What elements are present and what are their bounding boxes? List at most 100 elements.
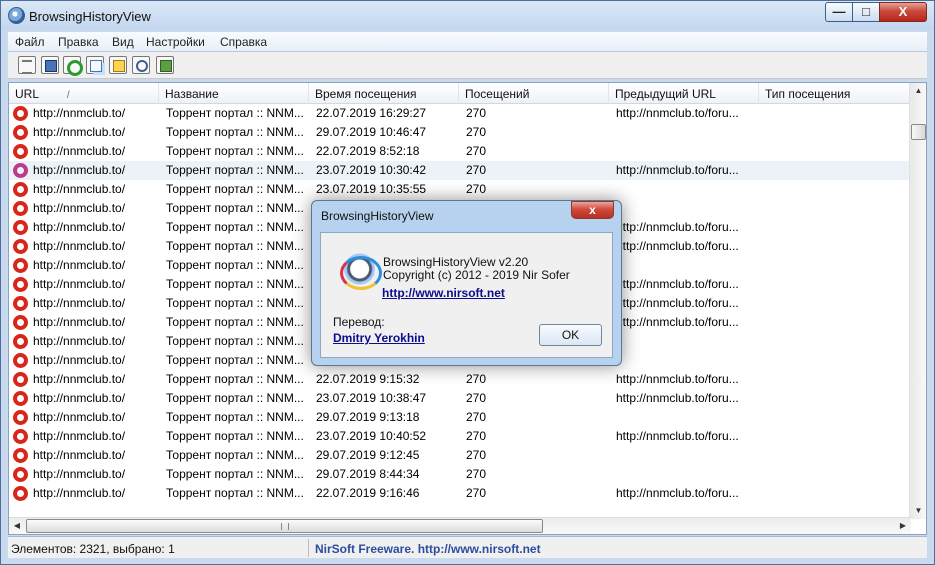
column-visit-type[interactable]: Тип посещения xyxy=(759,83,911,104)
url-cell: http://nnmclub.to/ xyxy=(33,372,126,386)
menu-view[interactable]: Вид xyxy=(112,35,134,49)
visit-type-cell xyxy=(766,142,908,161)
table-row[interactable]: http://nnmclub.to/Торрент портал :: NNM.… xyxy=(9,408,911,427)
translator-label: Перевод: xyxy=(333,315,385,329)
nirsoft-status-link[interactable]: NirSoft Freeware. http://www.nirsoft.net xyxy=(315,542,541,556)
table-row[interactable]: http://nnmclub.to/Торрент портал :: NNM.… xyxy=(9,465,911,484)
title-cell: Торрент портал :: NNM... xyxy=(166,201,304,215)
visit-count-cell: 270 xyxy=(466,448,487,462)
close-button[interactable]: X xyxy=(879,2,927,22)
toolbar xyxy=(8,52,927,79)
opera-browser-icon xyxy=(13,334,28,349)
table-row[interactable]: http://nnmclub.to/Торрент портал :: NNM.… xyxy=(9,389,911,408)
vertical-scroll-thumb[interactable] xyxy=(911,124,926,140)
title-cell: Торрент портал :: NNM... xyxy=(166,429,304,443)
url-cell: http://nnmclub.to/ xyxy=(33,182,126,196)
scroll-up-icon[interactable]: ▲ xyxy=(911,83,926,99)
referrer-cell xyxy=(616,123,758,142)
url-cell: http://nnmclub.to/ xyxy=(33,258,126,272)
menu-bar: Файл Правка Вид Настройки Справка xyxy=(8,32,927,52)
column-visit-time[interactable]: Время посещения xyxy=(309,83,459,104)
referrer-cell: http://nnmclub.to/foru... xyxy=(616,429,739,443)
opera-browser-icon xyxy=(13,429,28,444)
visit-type-cell xyxy=(766,427,908,446)
opera-browser-icon xyxy=(13,448,28,463)
scroll-right-icon[interactable]: ▶ xyxy=(895,518,911,534)
url-cell: http://nnmclub.to/ xyxy=(33,429,126,443)
translator-link[interactable]: Dmitry Yerokhin xyxy=(333,331,425,345)
table-row[interactable]: http://nnmclub.to/Торрент портал :: NNM.… xyxy=(9,142,911,161)
menu-edit[interactable]: Правка xyxy=(58,35,99,49)
menu-settings[interactable]: Настройки xyxy=(146,35,205,49)
maximize-button[interactable]: □ xyxy=(852,2,880,22)
visit-count-cell: 270 xyxy=(466,467,487,481)
url-cell: http://nnmclub.to/ xyxy=(33,125,126,139)
column-url[interactable]: URL / xyxy=(9,83,159,104)
title-cell: Торрент портал :: NNM... xyxy=(166,277,304,291)
url-cell: http://nnmclub.to/ xyxy=(33,220,126,234)
table-row[interactable]: http://nnmclub.to/Торрент портал :: NNM.… xyxy=(9,161,911,180)
find-icon[interactable] xyxy=(132,56,150,74)
horizontal-scrollbar[interactable]: ◀ ▶ xyxy=(9,517,911,534)
refresh-icon[interactable] xyxy=(63,56,83,76)
horizontal-scroll-thumb[interactable] xyxy=(26,519,543,533)
table-row[interactable]: http://nnmclub.to/Торрент портал :: NNM.… xyxy=(9,484,911,503)
referrer-cell: http://nnmclub.to/foru... xyxy=(616,296,739,310)
table-row[interactable]: http://nnmclub.to/Торрент портал :: NNM.… xyxy=(9,370,911,389)
url-cell: http://nnmclub.to/ xyxy=(33,201,126,215)
visit-type-cell xyxy=(766,484,908,503)
scroll-down-icon[interactable]: ▼ xyxy=(911,503,926,519)
referrer-cell: http://nnmclub.to/foru... xyxy=(616,239,739,253)
ok-button[interactable]: OK xyxy=(539,324,602,346)
window-title: BrowsingHistoryView xyxy=(29,9,151,24)
menu-file[interactable]: Файл xyxy=(15,35,45,49)
minimize-button[interactable]: — xyxy=(825,2,853,22)
column-visit-count[interactable]: Посещений xyxy=(459,83,609,104)
browsing-history-clock-icon xyxy=(340,252,382,290)
opera-browser-icon xyxy=(13,372,28,387)
referrer-cell xyxy=(616,465,758,484)
table-row[interactable]: http://nnmclub.to/Торрент портал :: NNM.… xyxy=(9,427,911,446)
visit-time-cell: 22.07.2019 9:16:46 xyxy=(316,486,420,500)
table-row[interactable]: http://nnmclub.to/Торрент портал :: NNM.… xyxy=(9,104,911,123)
visit-time-cell: 29.07.2019 9:13:18 xyxy=(316,410,420,424)
visit-type-cell xyxy=(766,389,908,408)
visit-type-cell xyxy=(766,446,908,465)
menu-help[interactable]: Справка xyxy=(220,35,267,49)
table-row[interactable]: http://nnmclub.to/Торрент портал :: NNM.… xyxy=(9,180,911,199)
export-icon[interactable] xyxy=(109,56,127,74)
visit-type-cell xyxy=(766,370,908,389)
title-cell: Торрент портал :: NNM... xyxy=(166,258,304,272)
table-row[interactable]: http://nnmclub.to/Торрент портал :: NNM.… xyxy=(9,123,911,142)
title-bar[interactable]: BrowsingHistoryView — □ X xyxy=(1,1,934,30)
about-dialog-body: BrowsingHistoryView v2.20 Copyright (c) … xyxy=(320,232,613,358)
sort-indicator-icon: / xyxy=(66,90,70,101)
nirsoft-website-link[interactable]: http://www.nirsoft.net xyxy=(382,286,505,300)
save-icon[interactable] xyxy=(41,56,59,74)
url-cell: http://nnmclub.to/ xyxy=(33,315,126,329)
scroll-left-icon[interactable]: ◀ xyxy=(9,518,25,534)
visit-type-cell xyxy=(766,275,908,294)
visit-type-cell xyxy=(766,180,908,199)
vertical-scrollbar[interactable]: ▲ ▼ xyxy=(909,83,926,519)
referrer-cell: http://nnmclub.to/foru... xyxy=(616,106,739,120)
visit-count-cell: 270 xyxy=(466,125,487,139)
properties-icon[interactable] xyxy=(18,56,36,74)
visit-type-cell xyxy=(766,332,908,351)
referrer-cell xyxy=(616,256,758,275)
column-title[interactable]: Название xyxy=(159,83,309,104)
visit-type-cell xyxy=(766,218,908,237)
exit-icon[interactable] xyxy=(156,56,174,74)
visit-time-cell: 23.07.2019 10:38:47 xyxy=(316,391,427,405)
visit-type-cell xyxy=(766,294,908,313)
copy-icon[interactable] xyxy=(86,56,104,74)
referrer-cell: http://nnmclub.to/foru... xyxy=(616,163,739,177)
url-cell: http://nnmclub.to/ xyxy=(33,448,126,462)
column-referrer[interactable]: Предыдущий URL xyxy=(609,83,759,104)
url-cell: http://nnmclub.to/ xyxy=(33,391,126,405)
opera-browser-icon xyxy=(13,106,28,121)
table-row[interactable]: http://nnmclub.to/Торрент портал :: NNM.… xyxy=(9,446,911,465)
visit-count-cell: 270 xyxy=(466,391,487,405)
dialog-close-button[interactable]: x xyxy=(571,201,614,219)
title-cell: Торрент портал :: NNM... xyxy=(166,315,304,329)
